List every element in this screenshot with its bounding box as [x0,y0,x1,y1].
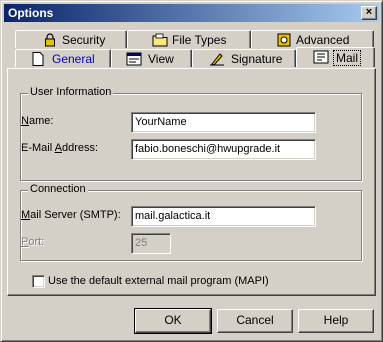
tab-mail-label: Mail [333,50,362,66]
email-label: E-Mail Address: [21,142,99,154]
name-field[interactable]: YourName [131,112,316,133]
tab-general[interactable]: General [15,49,111,67]
tab-view-label: View [148,52,174,66]
folder-icon [152,33,168,47]
port-label: Port: [21,236,45,248]
lock-icon [45,33,55,47]
cancel-button-label: Cancel [236,313,274,327]
close-icon: × [365,6,373,18]
mail-server-label: Mail Server (SMTP): [21,209,121,221]
port-field[interactable]: 25 [131,233,171,254]
tab-view[interactable]: View [111,49,192,67]
help-button-label: Help [323,313,349,327]
ok-button[interactable]: OK [134,308,212,334]
mail-server-field[interactable]: mail.galactica.it [131,206,316,227]
help-button[interactable]: Help [298,309,374,333]
tab-advanced[interactable]: Advanced [251,30,374,48]
close-button[interactable]: × [361,6,377,20]
tab-security-label: Security [62,33,106,47]
cancel-button[interactable]: Cancel [217,309,293,333]
mail-tab-panel: User Information Name: YourName E-Mail A… [7,68,376,296]
name-label: Name: [21,115,54,127]
tab-security[interactable]: Security [15,30,127,48]
tab-signature[interactable]: Signature [192,49,296,67]
user-information-title: User Information [28,86,114,98]
tab-file-types-label: File Types [172,33,227,47]
user-information-group: User Information Name: YourName E-Mail A… [20,86,362,181]
document-icon [32,52,44,66]
title-bar[interactable]: Options × [4,4,379,22]
email-field[interactable]: fabio.boneschi@hwupgrade.it [131,139,316,160]
tab-file-types[interactable]: File Types [127,30,251,48]
options-dialog: Options × Security File Types Advanced G… [0,0,383,342]
pen-icon [210,53,224,66]
mail-icon [313,50,329,64]
tab-signature-label: Signature [231,52,283,66]
mapi-label: Use the default external mail program (M… [48,275,269,287]
tab-general-label: General [52,52,95,66]
tab-mail[interactable]: Mail [296,47,375,67]
tab-advanced-label: Advanced [296,33,350,47]
window-icon [126,52,142,66]
window-title: Options [8,6,54,20]
mapi-checkbox[interactable] [32,275,45,288]
connection-title: Connection [28,183,88,195]
gear-icon [277,33,291,47]
connection-group: Connection Mail Server (SMTP): mail.gala… [20,183,362,261]
ok-button-label: OK [164,313,182,327]
